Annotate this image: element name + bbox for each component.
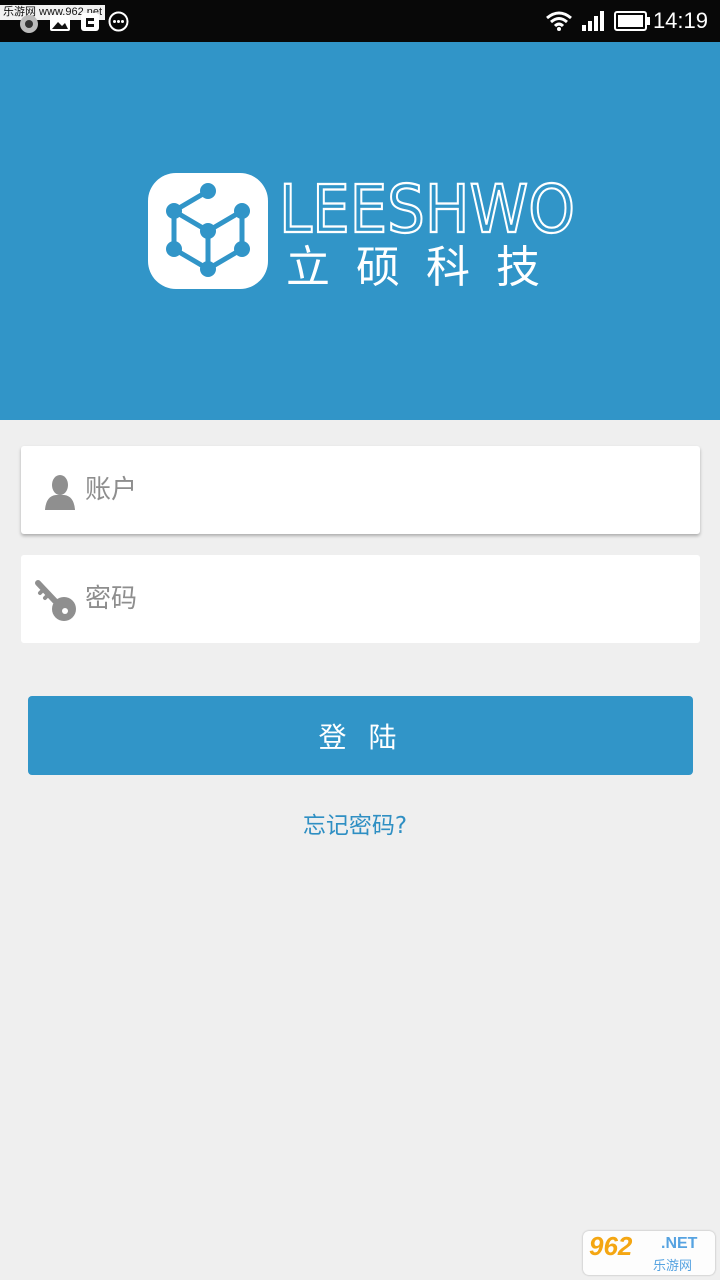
brand-name-en: LEESHWO: [279, 174, 576, 244]
account-input[interactable]: [85, 446, 685, 534]
watermark-net: .NET: [661, 1235, 698, 1252]
brand-name-cn: 立硕科技: [286, 242, 566, 293]
app-icon: [20, 15, 38, 33]
cube-network-icon: [166, 183, 250, 277]
signal-icon: [582, 11, 604, 31]
clock: 14:19: [652, 8, 708, 33]
brand-en-text: LEESHWO: [279, 174, 575, 244]
account-field[interactable]: [21, 446, 700, 534]
watermark-cn: 乐游网: [653, 1259, 693, 1274]
wifi-icon: [546, 11, 572, 31]
forgot-password-link[interactable]: 忘记密码?: [0, 806, 710, 846]
image-icon: [50, 15, 70, 31]
brand-header: LEESHWO 立硕科技: [0, 42, 720, 420]
password-field[interactable]: [21, 555, 700, 643]
logo: [148, 173, 268, 289]
corner-watermark: 962 .NET 乐游网: [583, 1231, 715, 1275]
password-input[interactable]: [85, 555, 685, 643]
login-button[interactable]: 登陆: [28, 696, 693, 775]
notification-icon: [81, 13, 99, 31]
key-icon: [35, 580, 76, 621]
user-icon: [45, 475, 75, 510]
battery-icon: [614, 11, 650, 31]
watermark-number: 962: [589, 1231, 633, 1261]
more-icon: [108, 11, 129, 32]
status-bar: 乐游网 www.962.net 14:19: [0, 0, 720, 42]
